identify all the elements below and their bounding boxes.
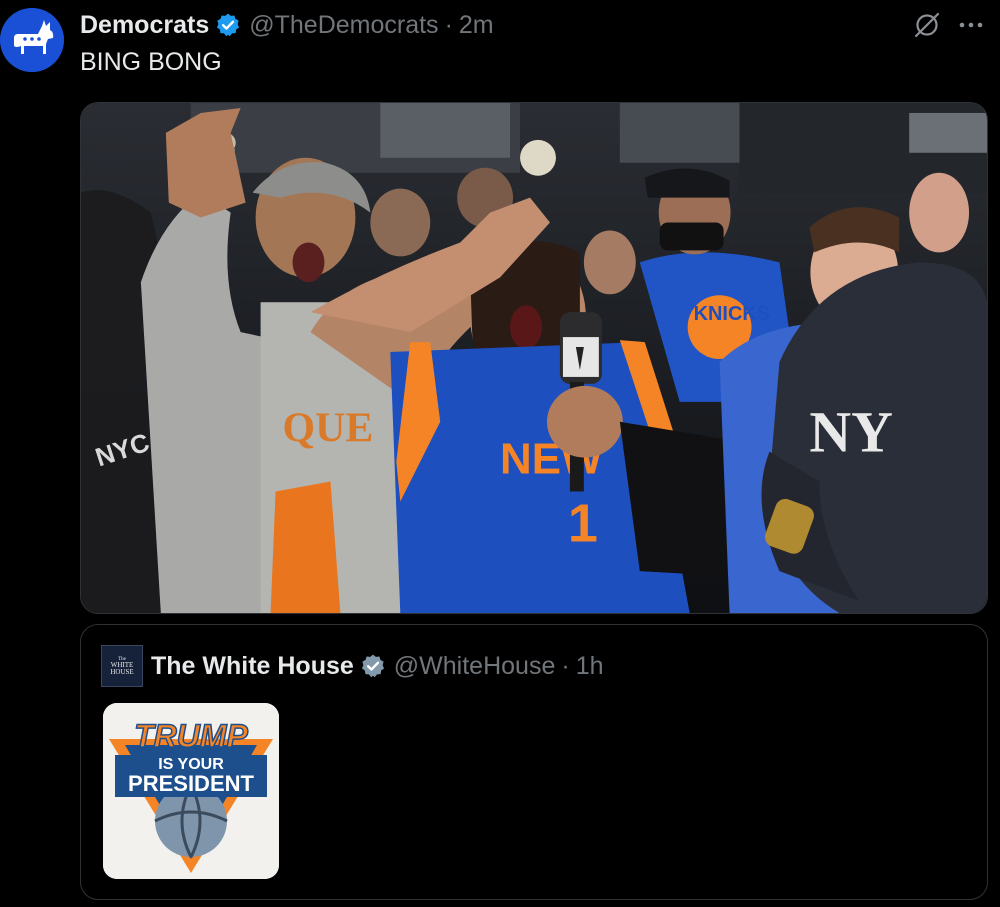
democrats-avatar[interactable]: [0, 8, 64, 72]
video-still: NYC 212 QUE NEW 1: [81, 103, 987, 613]
tweet-header: Democrats @TheDemocrats · 2m: [80, 8, 1000, 42]
image-text-line3: PRESIDENT: [128, 771, 254, 796]
quote-tweet[interactable]: The WHITE HOUSE The White House @WhiteHo…: [80, 624, 988, 900]
svg-text:KNICKS: KNICKS: [694, 303, 770, 325]
grok-icon[interactable]: [912, 10, 942, 40]
white-house-avatar[interactable]: The WHITE HOUSE: [101, 645, 143, 687]
tweet-text: BING BONG: [80, 48, 222, 76]
more-icon[interactable]: [956, 10, 986, 40]
gov-verified-badge-icon: [360, 653, 386, 679]
author-handle[interactable]: @TheDemocrats: [249, 8, 438, 42]
verified-badge-icon[interactable]: [215, 12, 241, 38]
quote-author-handle: @WhiteHouse: [393, 651, 556, 680]
donkey-icon: [0, 8, 64, 72]
tweet-timestamp[interactable]: 2m: [459, 8, 494, 42]
tweet-media-video[interactable]: NYC 212 QUE NEW 1: [80, 102, 988, 614]
image-text-line1: TRUMP: [134, 718, 248, 754]
quote-header-separator: ·: [561, 651, 570, 680]
tweet[interactable]: Democrats @TheDemocrats · 2m BING BONG N…: [0, 0, 1000, 907]
quote-author-display-name: The White House: [151, 651, 354, 680]
quote-header: The WHITE HOUSE The White House @WhiteHo…: [101, 645, 967, 687]
author-display-name[interactable]: Democrats: [80, 8, 209, 42]
quote-image-thumbnail[interactable]: TRUMP IS YOUR PRESIDENT: [103, 703, 279, 879]
svg-text:1: 1: [568, 493, 598, 553]
quote-timestamp: 1h: [575, 651, 604, 680]
svg-text:NY: NY: [809, 400, 893, 465]
svg-text:QUE: QUE: [283, 406, 374, 452]
header-separator: ·: [444, 11, 453, 39]
white-house-avatar-text-2: HOUSE: [110, 667, 134, 676]
trump-knicks-logo-image: TRUMP IS YOUR PRESIDENT: [103, 703, 279, 879]
